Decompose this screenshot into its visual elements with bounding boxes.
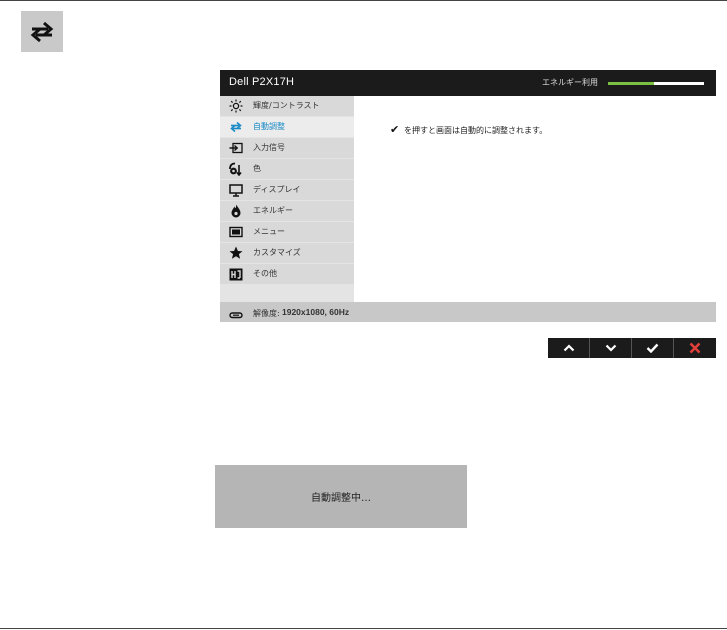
input-source-icon [228, 140, 244, 156]
resolution-icon [229, 306, 243, 319]
chevron-down-icon [605, 344, 616, 352]
energy-icon [228, 203, 244, 219]
energy-usage-fill [608, 82, 655, 85]
check-icon: ✔ [390, 123, 400, 136]
menu-item-auto-adjust[interactable]: 自動調整 [220, 117, 354, 137]
menu-item-color[interactable]: 色 [220, 159, 354, 179]
menu-item-label: ディスプレイ [253, 185, 301, 194]
energy-usage-label: エネルギー利用 [542, 78, 598, 87]
osd-content-panel: ✔ を押すと画面は自動的に調整されます。 [354, 96, 716, 302]
menu-item-label: メニュー [253, 227, 285, 236]
auto-adjust-instruction: を押すと画面は自動的に調整されます。 [404, 126, 548, 135]
others-icon [228, 266, 244, 282]
auto-adjust-progress-box: 自動調整中… [215, 465, 467, 528]
menu-item-others[interactable]: その他 [220, 264, 354, 284]
brightness-icon [228, 98, 244, 114]
color-icon [228, 161, 244, 177]
menu-item-label: カスタマイズ [253, 248, 301, 257]
down-button[interactable] [590, 338, 632, 358]
menu-item-label: 自動調整 [253, 122, 285, 131]
chevron-up-icon [563, 344, 574, 352]
osd-navigation-buttons [548, 338, 716, 358]
energy-usage-bar [608, 82, 704, 85]
model-name: Dell P2X17H [229, 76, 295, 88]
menu-item-personalize[interactable]: カスタマイズ [220, 243, 354, 263]
menu-item-input-source[interactable]: 入力信号 [220, 138, 354, 158]
menu-icon [228, 224, 244, 240]
up-button[interactable] [548, 338, 590, 358]
exit-button[interactable] [674, 338, 716, 358]
bottom-rule [0, 628, 727, 629]
menu-item-menu[interactable]: メニュー [220, 222, 354, 242]
ok-button[interactable] [632, 338, 674, 358]
auto-adjust-icon [228, 119, 244, 135]
osd-menu-window: Dell P2X17H エネルギー利用 輝度/コントラスト 自動調整 入力信号 … [220, 70, 716, 322]
menu-item-label: その他 [253, 269, 277, 278]
close-icon [689, 342, 701, 354]
osd-header: Dell P2X17H エネルギー利用 [220, 70, 716, 96]
osd-menu-list: 輝度/コントラスト 自動調整 入力信号 色 ディスプレイ エネルギー メニュー … [220, 96, 354, 302]
top-rule [0, 0, 727, 1]
display-icon [228, 182, 244, 198]
resolution-label: 解像度: [253, 309, 280, 318]
osd-footer: 解像度: 1920x1080, 60Hz [220, 302, 716, 322]
auto-adjust-icon [21, 11, 63, 52]
menu-item-energy[interactable]: エネルギー [220, 201, 354, 221]
star-icon [228, 245, 244, 261]
check-icon [646, 343, 659, 353]
menu-item-label: エネルギー [253, 206, 293, 215]
menu-item-brightness-contrast[interactable]: 輝度/コントラスト [220, 96, 354, 116]
menu-item-label: 色 [253, 164, 261, 173]
menu-item-label: 入力信号 [253, 143, 285, 152]
resolution-value: 1920x1080, 60Hz [282, 307, 350, 317]
menu-item-label: 輝度/コントラスト [253, 101, 320, 110]
menu-item-display[interactable]: ディスプレイ [220, 180, 354, 200]
auto-adjust-progress-text: 自動調整中… [311, 493, 371, 504]
